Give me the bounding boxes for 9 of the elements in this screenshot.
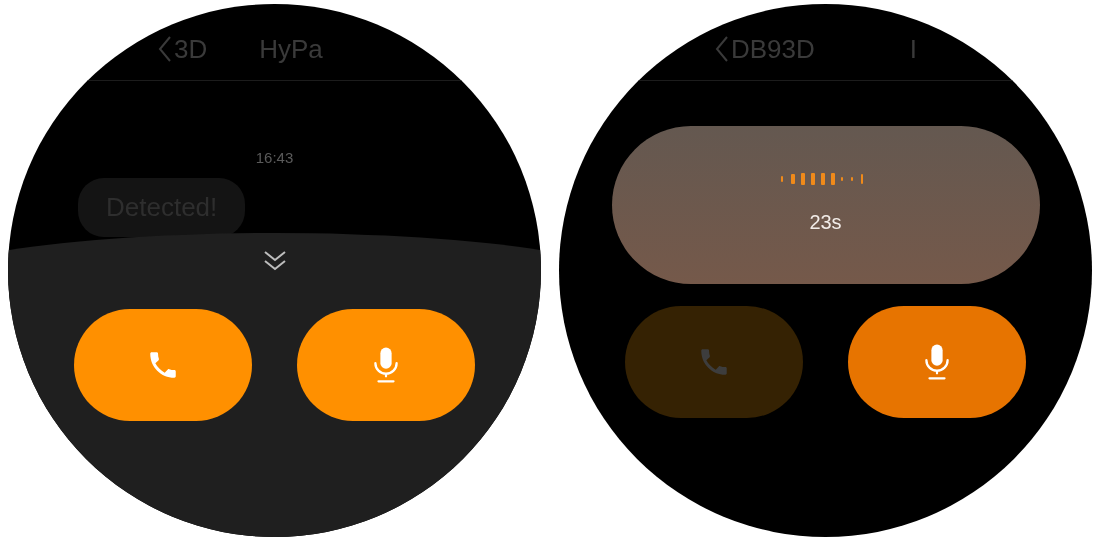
back-button[interactable]: DB93D — [715, 29, 815, 69]
message-time: 16:43 — [255, 148, 294, 168]
chevron-left-icon — [158, 35, 172, 63]
back-button[interactable]: 3D — [158, 29, 208, 69]
recording-duration: 23s — [809, 210, 842, 235]
chat-title: I — [909, 32, 918, 66]
microphone-icon — [922, 342, 952, 382]
chevron-left-icon — [715, 35, 729, 63]
chat-title: HyPa — [259, 32, 323, 66]
